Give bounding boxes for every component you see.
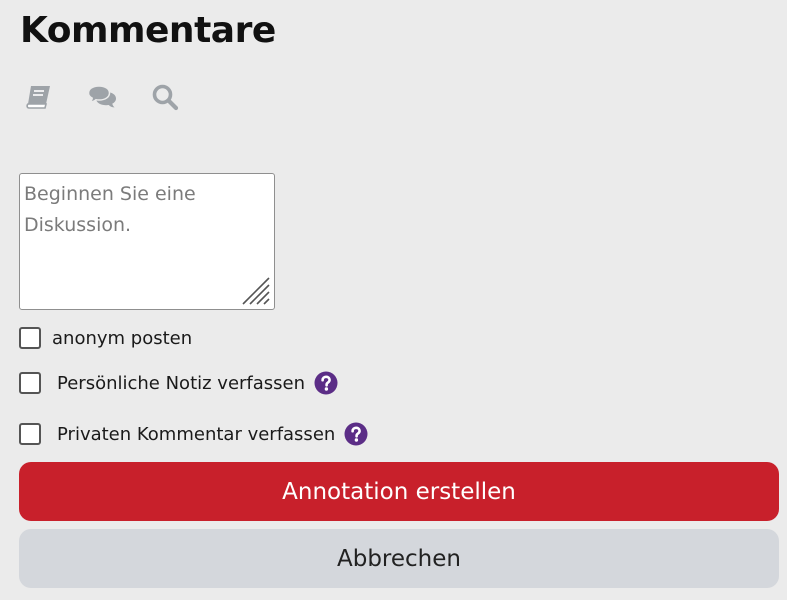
private-comment-checkbox[interactable] <box>19 423 41 445</box>
comment-textarea[interactable] <box>20 174 274 309</box>
comment-textarea-container <box>19 173 275 310</box>
cancel-button[interactable]: Abbrechen <box>19 529 779 588</box>
anonymous-checkbox[interactable] <box>19 327 41 349</box>
anonymous-label[interactable]: anonym posten <box>52 328 192 349</box>
page-title: Kommentare <box>20 10 276 51</box>
comments-icon[interactable] <box>87 82 117 112</box>
question-circle-icon[interactable] <box>344 422 368 446</box>
anonymous-option: anonym posten <box>19 324 192 352</box>
comments-toolbar <box>24 82 213 112</box>
personal-note-checkbox[interactable] <box>19 372 41 394</box>
comments-panel: Kommentare Beginnen Sie eine Diskussion.… <box>0 0 787 600</box>
book-icon[interactable] <box>24 82 54 112</box>
private-comment-option: Privaten Kommentar verfassen <box>19 420 368 448</box>
private-comment-label[interactable]: Privaten Kommentar verfassen <box>57 424 335 445</box>
question-circle-icon[interactable] <box>314 371 338 395</box>
resize-handle-icon[interactable] <box>239 274 271 306</box>
search-icon[interactable] <box>150 82 180 112</box>
personal-note-option: Persönliche Notiz verfassen <box>19 369 338 397</box>
personal-note-label[interactable]: Persönliche Notiz verfassen <box>57 373 305 394</box>
create-annotation-button[interactable]: Annotation erstellen <box>19 462 779 521</box>
